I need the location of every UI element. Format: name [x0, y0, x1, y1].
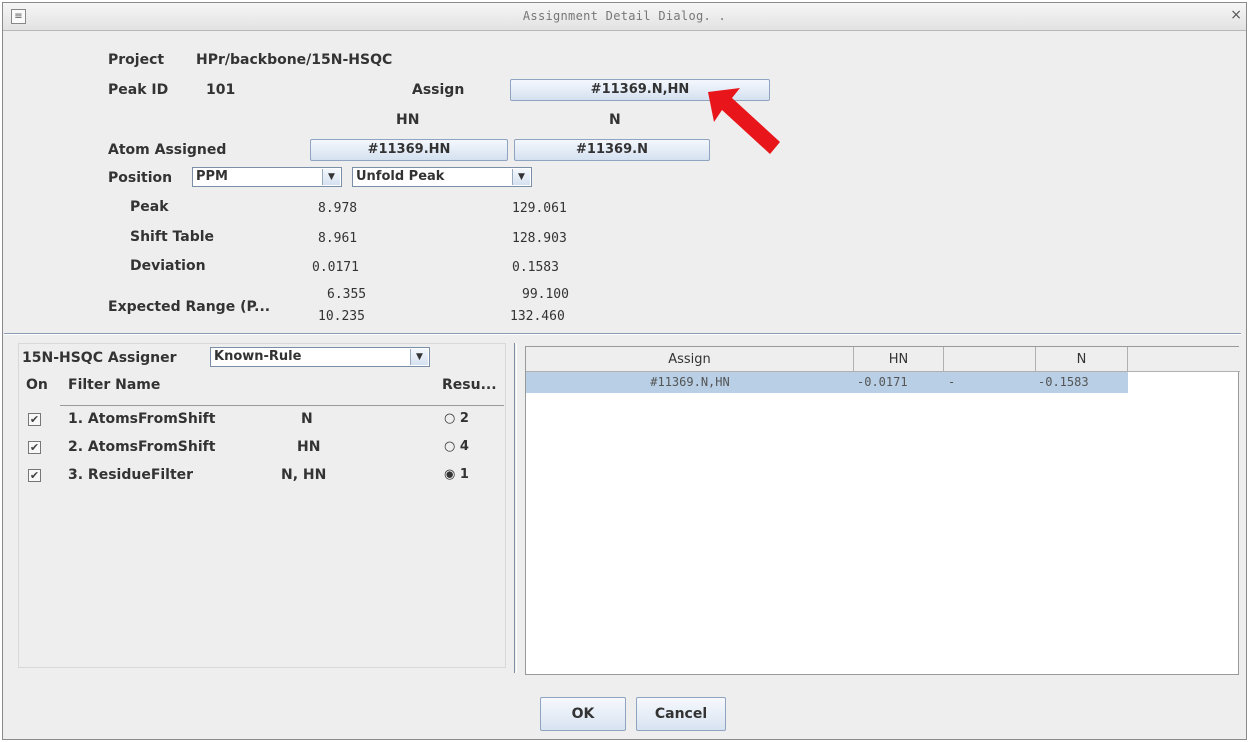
filter-3-result: 1 — [459, 467, 469, 482]
table-cell-assign[interactable]: #11369.N,HN — [526, 372, 854, 393]
filter-2-result-radio[interactable]: ○ 4 — [444, 439, 469, 454]
table-cell-hn[interactable]: -0.0171 — [854, 372, 944, 393]
table-header-hn[interactable]: HN — [854, 347, 944, 372]
peak-mode-select[interactable]: Unfold Peak ▼ — [352, 167, 532, 187]
filter-3-checkbox[interactable]: ✔ — [28, 469, 41, 482]
filter-1-atoms: N — [301, 411, 313, 427]
position-unit-select[interactable]: PPM ▼ — [192, 167, 342, 187]
shift-table-hn-value: 8.961 — [318, 231, 358, 246]
filter-1-name: 1. AtomsFromShift — [68, 411, 216, 427]
radio-icon: ○ — [444, 411, 456, 426]
expected-hn-low: 6.355 — [327, 287, 367, 302]
peak-id-value: 101 — [206, 82, 236, 98]
filter-2-atoms: HN — [297, 439, 321, 455]
deviation-n-value: 0.1583 — [512, 260, 559, 275]
close-icon[interactable]: × — [1230, 7, 1242, 23]
position-label: Position — [108, 170, 173, 186]
assign-label: Assign — [412, 82, 465, 98]
filter-column-on: On — [26, 377, 48, 393]
deviation-hn-value: 0.0171 — [312, 260, 359, 275]
atom-assigned-label: Atom Assigned — [108, 142, 227, 158]
chevron-down-icon[interactable]: ▼ — [322, 169, 340, 185]
peak-n-value: 129.061 — [512, 201, 567, 216]
deviation-row-label: Deviation — [130, 258, 206, 274]
filter-2-result: 4 — [459, 439, 469, 454]
project-value: HPr/backbone/15N-HSQC — [196, 52, 393, 68]
title-bar[interactable]: ≡ Assignment Detail Dialog. . × — [3, 3, 1246, 31]
window-title: Assignment Detail Dialog. . — [522, 9, 727, 23]
filter-column-name: Filter Name — [68, 377, 161, 393]
column-header-hn: HN — [396, 112, 420, 128]
filter-2-checkbox[interactable]: ✔ — [28, 441, 41, 454]
radio-icon: ○ — [444, 439, 456, 454]
column-header-n: N — [609, 112, 621, 128]
table-cell-n[interactable]: -0.1583 — [1036, 372, 1128, 393]
atom-hn-button[interactable]: #11369.HN — [310, 139, 508, 161]
filter-header-divider — [60, 405, 504, 406]
ok-button[interactable]: OK — [540, 697, 626, 731]
table-header-filler — [1128, 347, 1240, 372]
expected-range-label: Expected Range (P... — [108, 299, 271, 315]
expected-n-high: 132.460 — [510, 309, 565, 324]
position-unit-value: PPM — [196, 169, 228, 184]
peak-id-label: Peak ID — [108, 82, 169, 98]
assignment-results-table: Assign HN N #11369.N,HN -0.0171 - -0.158… — [525, 346, 1240, 675]
filter-2-name: 2. AtomsFromShift — [68, 439, 216, 455]
annotation-arrow-icon — [708, 88, 780, 154]
section-divider — [4, 333, 1241, 335]
peak-hn-value: 8.978 — [318, 201, 358, 216]
filter-3-atoms: N, HN — [281, 467, 327, 483]
project-label: Project — [108, 52, 165, 68]
table-cell-blank[interactable]: - — [944, 372, 1036, 393]
table-header-n[interactable]: N — [1036, 347, 1128, 372]
peak-row-label: Peak — [130, 199, 169, 215]
filter-1-result: 2 — [459, 411, 469, 426]
split-pane-divider[interactable] — [514, 343, 517, 673]
atom-n-button[interactable]: #11369.N — [514, 139, 710, 161]
filter-column-result: Resu... — [442, 377, 497, 393]
peak-mode-value: Unfold Peak — [356, 169, 445, 184]
filter-3-name: 3. ResidueFilter — [68, 467, 194, 483]
radio-icon: ◉ — [444, 467, 456, 482]
filter-1-checkbox[interactable]: ✔ — [28, 413, 41, 426]
cancel-button[interactable]: Cancel — [636, 697, 726, 731]
chevron-down-icon[interactable]: ▼ — [512, 169, 530, 185]
filter-1-result-radio[interactable]: ○ 2 — [444, 411, 469, 426]
shift-table-row-label: Shift Table — [130, 229, 215, 245]
shift-table-n-value: 128.903 — [512, 231, 567, 246]
expected-n-low: 99.100 — [522, 287, 569, 302]
filter-3-result-radio[interactable]: ◉ 1 — [444, 467, 469, 482]
expected-hn-high: 10.235 — [318, 309, 365, 324]
table-header-assign[interactable]: Assign — [526, 347, 854, 372]
table-header-blank[interactable] — [944, 347, 1036, 372]
